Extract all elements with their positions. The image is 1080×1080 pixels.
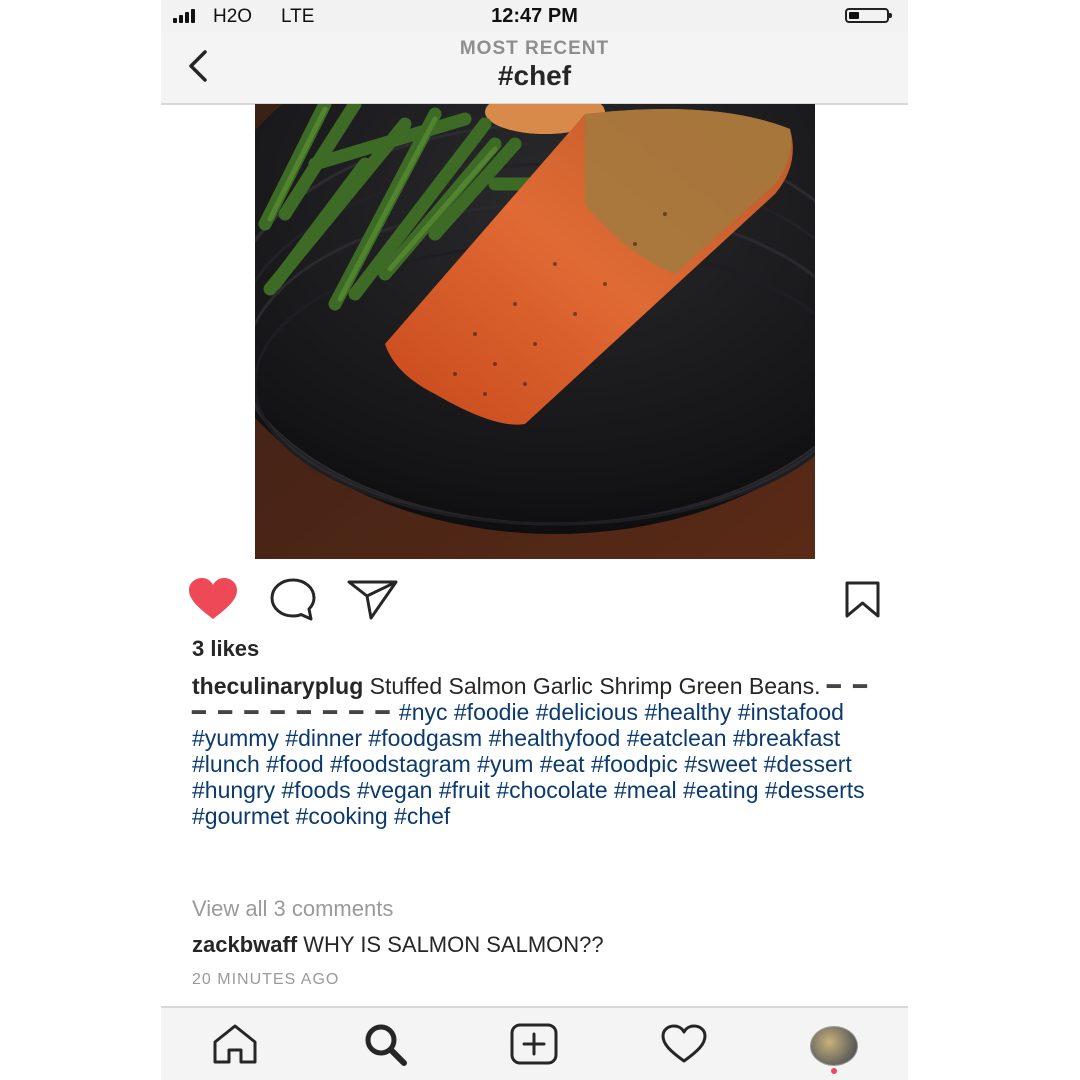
- hashtag-link[interactable]: #eat: [540, 751, 585, 777]
- share-button[interactable]: [347, 579, 399, 626]
- hashtag-link[interactable]: #foodie: [454, 699, 529, 725]
- hashtag-link[interactable]: #foodpic: [591, 751, 678, 777]
- activity-heart-icon: [661, 1024, 707, 1063]
- like-button[interactable]: [187, 577, 239, 626]
- comment-username[interactable]: zackbwaff: [192, 932, 297, 957]
- phone-screen: H2O LTE 12:47 PM MOST RECENT #chef 3 lik…: [161, 0, 908, 1080]
- likes-count[interactable]: 3 likes: [192, 636, 259, 662]
- page-title: #chef: [497, 60, 572, 91]
- comment-button[interactable]: [269, 577, 317, 628]
- hashtag-link[interactable]: #healthy: [644, 699, 731, 725]
- bottom-tab-bar: [161, 1006, 908, 1080]
- save-button[interactable]: [845, 581, 881, 624]
- post-timestamp: 20 MINUTES AGO: [192, 971, 340, 988]
- hashtag-link[interactable]: #chef: [394, 803, 450, 829]
- hashtag-link[interactable]: #yum: [477, 751, 533, 777]
- hashtag-link[interactable]: #foods: [282, 777, 351, 803]
- post-caption: theculinaryplug Stuffed Salmon Garlic Sh…: [192, 673, 882, 829]
- hashtag-link[interactable]: #food: [266, 751, 324, 777]
- view-all-comments-link[interactable]: View all 3 comments: [192, 896, 393, 922]
- hashtag-link[interactable]: #meal: [614, 777, 677, 803]
- hashtag-link[interactable]: #nyc: [399, 699, 448, 725]
- notification-dot: [831, 1068, 837, 1074]
- status-bar: H2O LTE 12:47 PM: [161, 0, 908, 32]
- battery-icon: [845, 8, 892, 23]
- tab-new-post[interactable]: [509, 1022, 559, 1071]
- salmon-photo: [255, 104, 815, 559]
- hashtag-link[interactable]: #eating: [683, 777, 758, 803]
- tab-search[interactable]: [361, 1022, 409, 1071]
- hashtag-link[interactable]: #instafood: [738, 699, 844, 725]
- profile-avatar[interactable]: [810, 1026, 858, 1066]
- tab-home[interactable]: [211, 1022, 259, 1071]
- hashtag-link[interactable]: #dessert: [764, 751, 852, 777]
- hashtag-link[interactable]: #desserts: [765, 777, 865, 803]
- sort-label: MOST RECENT: [459, 38, 610, 59]
- bookmark-icon: [845, 581, 880, 618]
- hashtag-link[interactable]: #hungry: [192, 777, 275, 803]
- comment-row: zackbwaff WHY IS SALMON SALMON??: [192, 932, 604, 958]
- hashtag-link[interactable]: #eatclean: [627, 725, 727, 751]
- hashtag-header: MOST RECENT #chef: [161, 32, 908, 105]
- post-actions: [161, 573, 908, 625]
- search-icon: [365, 1024, 407, 1066]
- post-image[interactable]: [255, 104, 815, 559]
- caption-username[interactable]: theculinaryplug: [192, 673, 363, 699]
- hashtag-link[interactable]: #cooking: [296, 803, 388, 829]
- hashtag-link[interactable]: #lunch: [192, 751, 260, 777]
- hashtag-link[interactable]: #dinner: [285, 725, 362, 751]
- paper-plane-icon: [347, 580, 398, 620]
- home-icon: [213, 1024, 257, 1064]
- clock: 12:47 PM: [491, 5, 578, 27]
- hashtag-link[interactable]: #fruit: [439, 777, 490, 803]
- hashtag-link[interactable]: #gourmet: [192, 803, 289, 829]
- hashtag-link[interactable]: #foodgasm: [368, 725, 482, 751]
- tab-activity[interactable]: [660, 1022, 708, 1071]
- caption-text: Stuffed Salmon Garlic Shrimp Green Beans…: [369, 673, 821, 699]
- add-post-icon: [510, 1023, 558, 1065]
- hashtag-link[interactable]: #foodstagram: [330, 751, 471, 777]
- comment-bubble-icon: [270, 578, 316, 621]
- hashtag-link[interactable]: #delicious: [536, 699, 638, 725]
- hashtag-link[interactable]: #healthyfood: [489, 725, 621, 751]
- hashtag-link[interactable]: #vegan: [357, 777, 432, 803]
- hashtag-link[interactable]: #sweet: [684, 751, 757, 777]
- hashtag-link[interactable]: #breakfast: [733, 725, 840, 751]
- heart-filled-icon: [189, 578, 237, 619]
- comment-text: WHY IS SALMON SALMON??: [303, 932, 604, 957]
- hashtag-link[interactable]: #yummy: [192, 725, 279, 751]
- hashtag-link[interactable]: #chocolate: [496, 777, 607, 803]
